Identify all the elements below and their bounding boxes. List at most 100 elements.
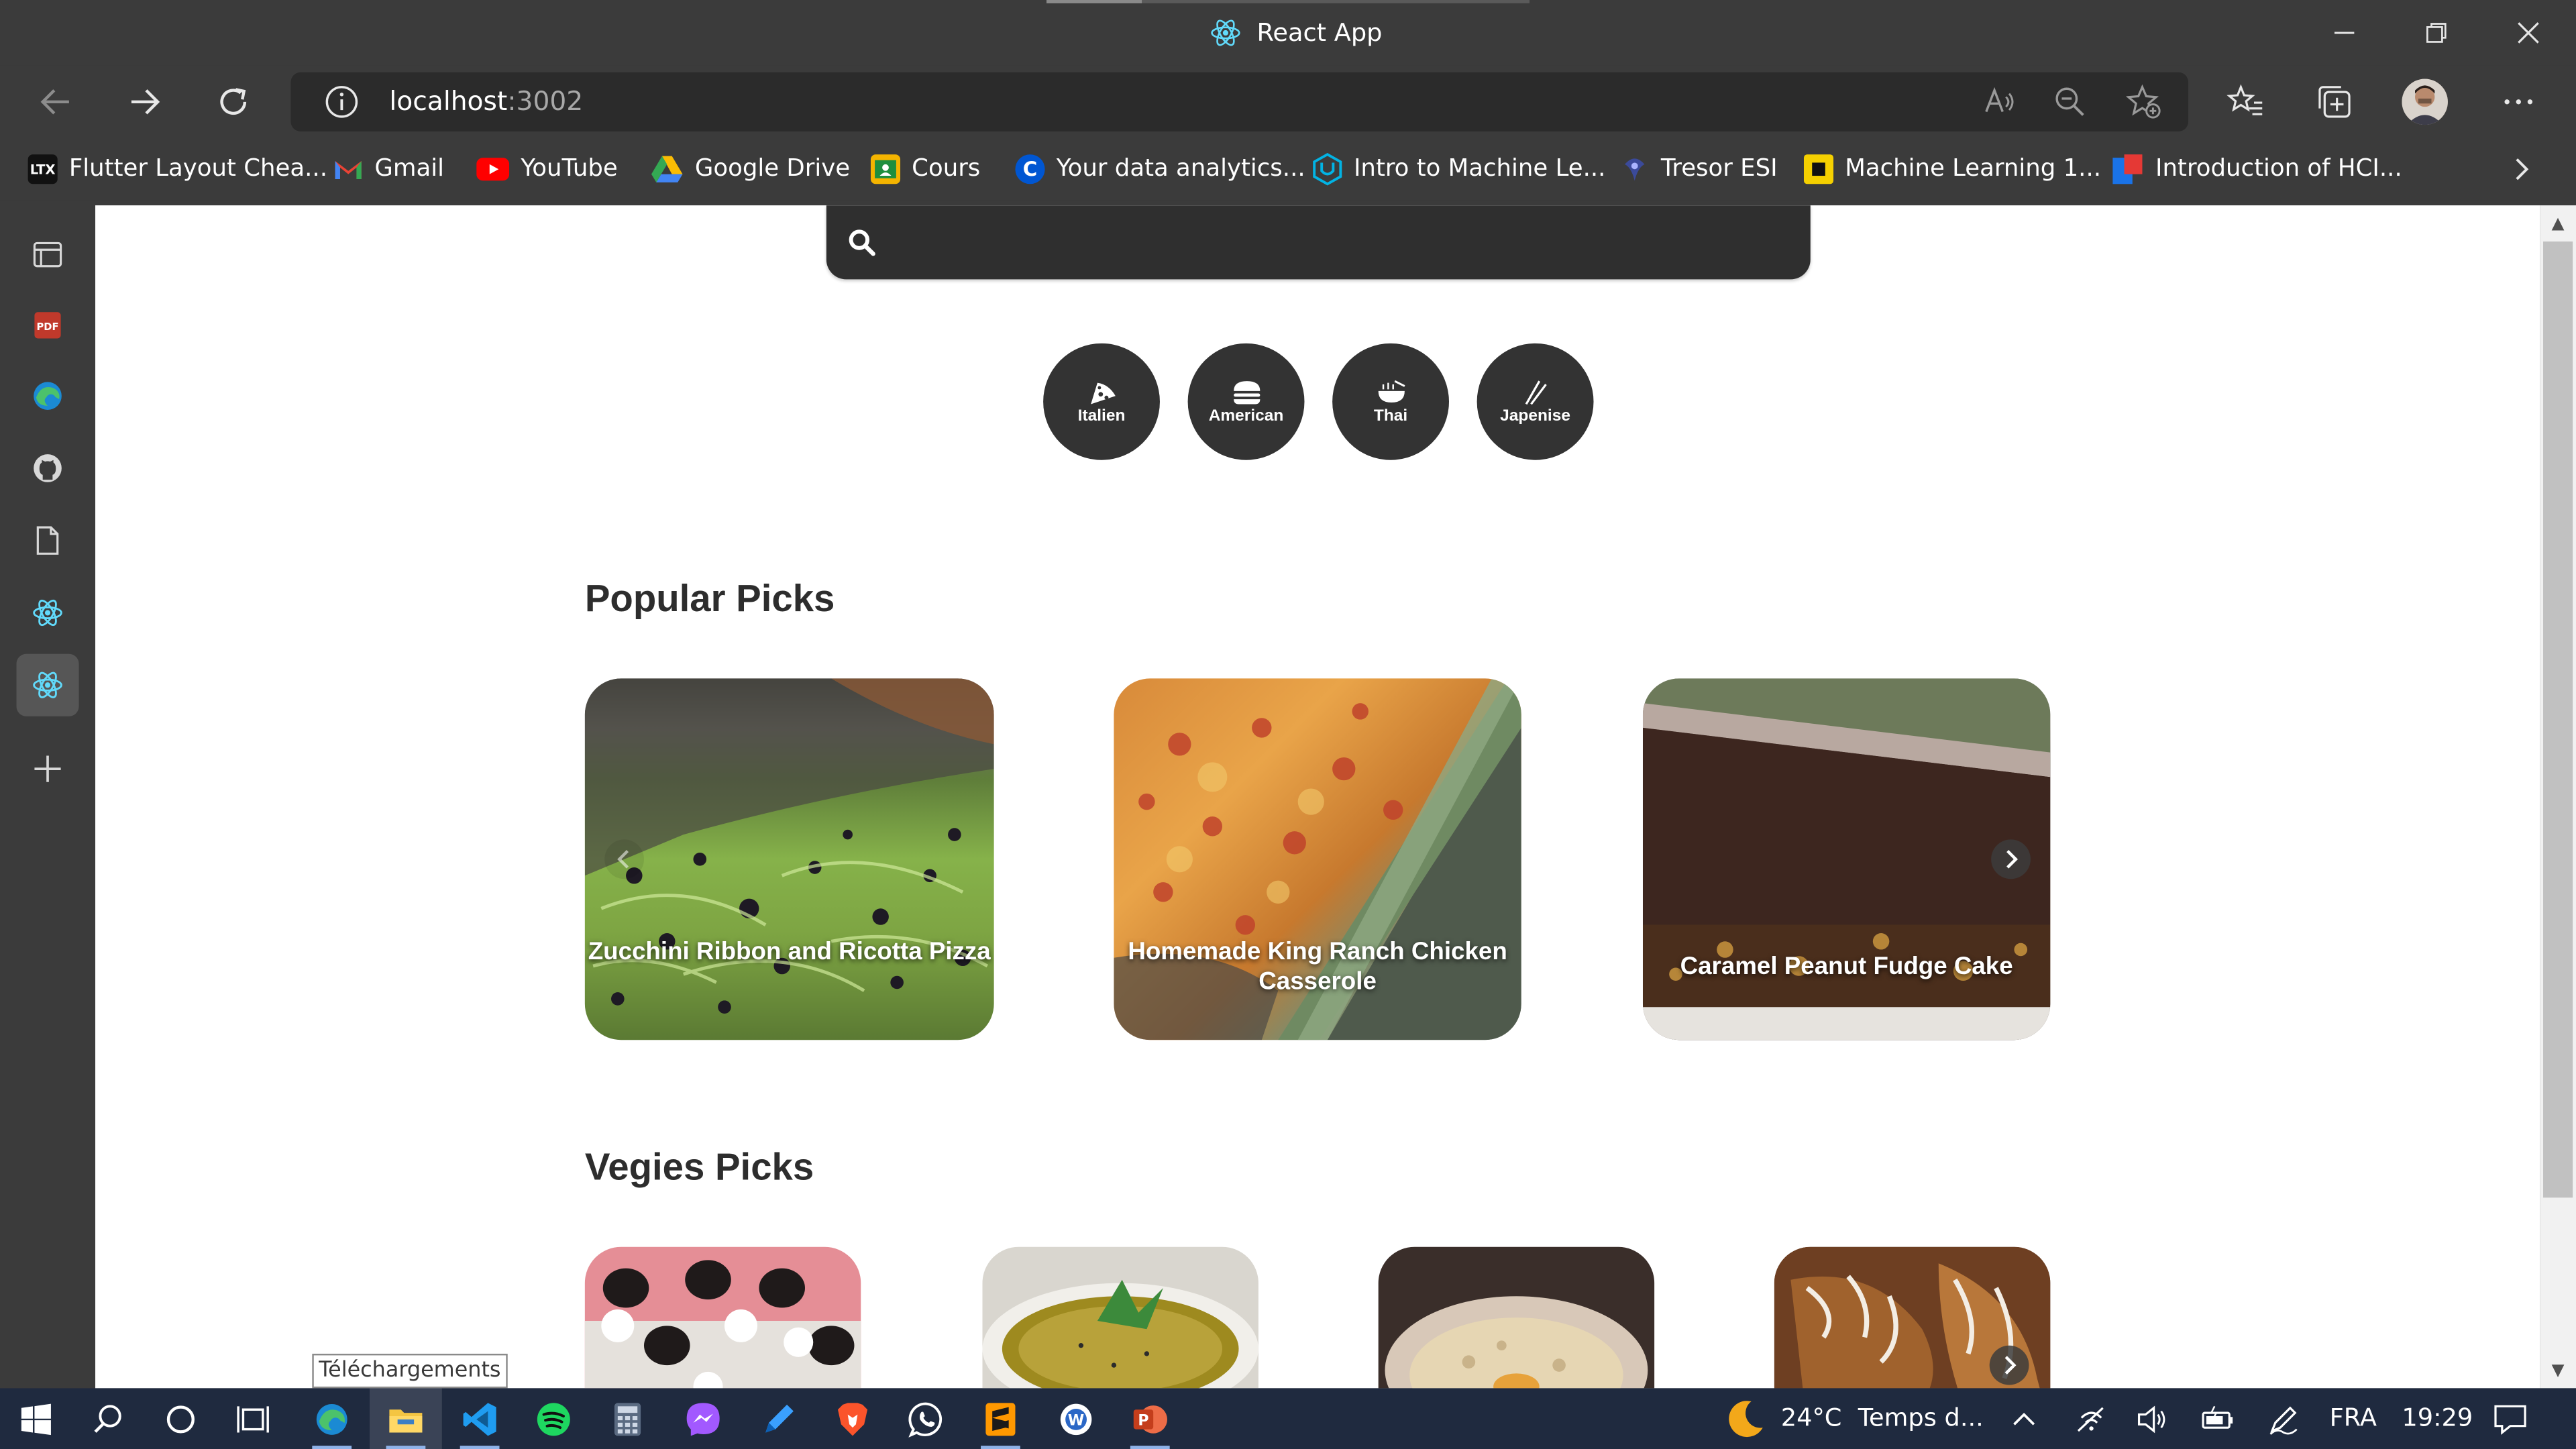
page-viewport: Italien American Thai Japenise Popular P…: [95, 205, 2540, 1389]
page-scrollbar[interactable]: ▲ ▼: [2540, 205, 2576, 1389]
taskbar-brave[interactable]: [816, 1388, 889, 1449]
back-button[interactable]: [26, 72, 85, 131]
vertical-tab-github[interactable]: [16, 437, 78, 499]
weather-moon-icon[interactable]: [1722, 1401, 1768, 1438]
bookmark-label: Your data analytics...: [1056, 156, 1305, 182]
start-button[interactable]: [0, 1388, 72, 1449]
tab-actions-button[interactable]: [16, 223, 78, 286]
chevron-right-icon: [2516, 158, 2529, 180]
carousel-prev-button[interactable]: [604, 839, 645, 879]
taskbar-powerpoint[interactable]: P: [1114, 1388, 1186, 1449]
vertical-tab-document[interactable]: [16, 509, 78, 572]
search-input[interactable]: [826, 205, 1811, 280]
new-tab-button[interactable]: [16, 738, 78, 800]
taskbar-whatsapp[interactable]: [890, 1388, 963, 1449]
scroll-thumb[interactable]: [2543, 241, 2573, 1198]
forward-button[interactable]: [115, 72, 174, 131]
vscode-icon: [463, 1402, 496, 1436]
volume-icon[interactable]: [2134, 1401, 2170, 1438]
scroll-up-icon[interactable]: ▲: [2540, 209, 2576, 238]
bookmark-item[interactable]: Google Drive: [651, 151, 850, 187]
more-menu-button[interactable]: [2496, 79, 2542, 125]
chevron-up-icon[interactable]: [2006, 1401, 2042, 1438]
vertical-tab-pdf[interactable]: PDF: [16, 294, 78, 356]
taskbar-spotify[interactable]: [517, 1388, 590, 1449]
popular-card-king-ranch-casserole[interactable]: Homemade King Ranch Chicken Casserole: [1114, 678, 1521, 1040]
back-arrow-icon: [40, 89, 69, 115]
bookmark-item[interactable]: C Your data analytics...: [1015, 151, 1305, 187]
notifications-icon[interactable]: [2492, 1401, 2528, 1438]
bookmark-item[interactable]: YouTube: [476, 151, 618, 187]
taskbar-file-explorer[interactable]: [370, 1388, 442, 1449]
refresh-button[interactable]: [204, 72, 263, 131]
category-italien[interactable]: Italien: [1043, 343, 1160, 460]
bookmark-item[interactable]: Cours: [870, 151, 980, 187]
favorites-icon[interactable]: [2222, 79, 2269, 125]
collections-icon[interactable]: [2312, 79, 2358, 125]
weather-description[interactable]: Temps d...: [1858, 1388, 1984, 1449]
cortana-button[interactable]: [145, 1388, 217, 1449]
tab-strip-indicator[interactable]: [1046, 0, 1530, 3]
vertical-tab-edge[interactable]: [16, 365, 78, 427]
taskbar-pen-app[interactable]: [743, 1388, 815, 1449]
popular-card-caramel-fudge-cake[interactable]: Caramel Peanut Fudge Cake: [1642, 678, 2051, 1040]
vertical-tab-react[interactable]: [16, 582, 78, 644]
bookmark-item[interactable]: Intro to Machine Le...: [1313, 151, 1605, 187]
pen-input-icon[interactable]: [2265, 1401, 2302, 1438]
add-favorite-icon[interactable]: [2125, 82, 2164, 121]
taskbar-search-button[interactable]: [72, 1388, 145, 1449]
bookmarks-bar: LTX Flutter Layout Chea... Gmail YouTube…: [0, 138, 2576, 201]
vertical-tab-react-active[interactable]: [16, 653, 79, 716]
veggie-card-3[interactable]: [1378, 1246, 1655, 1389]
input-language[interactable]: FRA: [2330, 1388, 2377, 1449]
profile-avatar[interactable]: [2402, 78, 2448, 125]
bookmark-item[interactable]: Gmail: [333, 151, 444, 187]
carousel-next-button[interactable]: [1991, 839, 2031, 879]
clock-time[interactable]: 19:29: [2402, 1388, 2473, 1449]
bookmark-item[interactable]: Introduction of HCI...: [2111, 151, 2402, 187]
taskbar-sublime[interactable]: [965, 1388, 1037, 1449]
close-window-button[interactable]: [2482, 0, 2574, 66]
taskbar-calculator[interactable]: [592, 1388, 664, 1449]
task-view-button[interactable]: [217, 1388, 289, 1449]
minimize-button[interactable]: [2298, 0, 2390, 66]
bookmark-item[interactable]: Tresor ESI: [1620, 151, 1778, 187]
taskbar-messenger[interactable]: [667, 1388, 739, 1449]
category-japenise[interactable]: Japenise: [1477, 343, 1594, 460]
pizza-icon: [1089, 382, 1115, 404]
veggie-card-4[interactable]: [1774, 1246, 2051, 1389]
windows-icon: [21, 1403, 51, 1434]
restore-button[interactable]: [2390, 0, 2482, 66]
category-american[interactable]: American: [1187, 343, 1305, 460]
read-aloud-icon[interactable]: [1980, 82, 2019, 121]
scroll-down-icon[interactable]: ▼: [2540, 1355, 2576, 1385]
address-bar[interactable]: localhost:3002: [290, 72, 2189, 131]
bookmark-item[interactable]: Machine Learning 1...: [1803, 151, 2101, 187]
site-info-icon[interactable]: [322, 82, 362, 121]
coursera-icon: C: [1015, 154, 1045, 184]
battery-icon[interactable]: [2200, 1401, 2236, 1438]
sublime-text-icon: [985, 1402, 1016, 1436]
carousel-next-button[interactable]: [1989, 1345, 2029, 1385]
veggie-card-2[interactable]: [982, 1246, 1258, 1389]
wifi-icon[interactable]: [2074, 1401, 2110, 1438]
category-thai[interactable]: Thai: [1332, 343, 1450, 460]
close-icon: [2518, 22, 2539, 44]
weather-temperature[interactable]: 24°C: [1781, 1388, 1842, 1449]
taskbar-edge[interactable]: [296, 1388, 368, 1449]
edge-icon: [316, 1403, 347, 1434]
forward-arrow-icon: [131, 89, 160, 115]
popular-card-zucchini-pizza[interactable]: Zucchini Ribbon and Ricotta Pizza: [584, 678, 994, 1040]
taskbar-vscode[interactable]: [443, 1388, 516, 1449]
zoom-out-icon[interactable]: [2050, 82, 2090, 121]
veggie-card-1[interactable]: [584, 1246, 861, 1389]
ml-icon: [1803, 154, 1834, 184]
browser-toolbar: localhost:3002: [0, 65, 2576, 138]
bookmarks-overflow-button[interactable]: [2509, 151, 2535, 187]
taskbar: W P 24°C Temps d... FRA 19:29: [0, 1388, 2576, 1449]
bookmark-item[interactable]: LTX Flutter Layout Chea...: [28, 151, 327, 187]
classroom-icon: [870, 154, 901, 184]
search-icon: [849, 229, 875, 256]
url-text[interactable]: localhost:3002: [389, 72, 583, 131]
taskbar-word-app[interactable]: W: [1040, 1388, 1112, 1449]
